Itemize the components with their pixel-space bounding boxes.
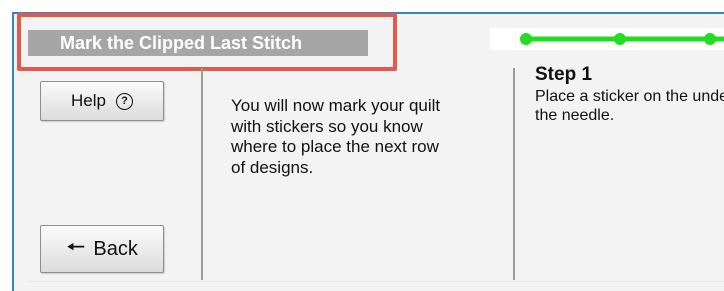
progress-dot-2: [614, 33, 626, 45]
progress-indicator: [490, 28, 724, 50]
step-instructions: Place a sticker on the under the needle.: [535, 88, 724, 124]
intro-text: You will now mark your quilt with sticke…: [231, 96, 441, 177]
right-divider: [513, 68, 515, 280]
progress-dot-3: [704, 33, 716, 45]
step-title: Step 1: [535, 64, 593, 85]
bottom-divider: [28, 281, 724, 282]
question-circle-icon: ?: [115, 92, 133, 110]
title-highlight-box: [17, 13, 397, 71]
progress-track-icon: [520, 33, 724, 45]
back-button[interactable]: 🠔 Back: [40, 225, 164, 273]
progress-dot-1: [520, 33, 532, 45]
left-arrow-icon: 🠔: [66, 234, 86, 259]
help-button[interactable]: Help ?: [40, 81, 164, 121]
help-button-label: Help: [71, 91, 106, 110]
back-button-label: Back: [93, 237, 138, 260]
left-divider: [201, 68, 203, 280]
